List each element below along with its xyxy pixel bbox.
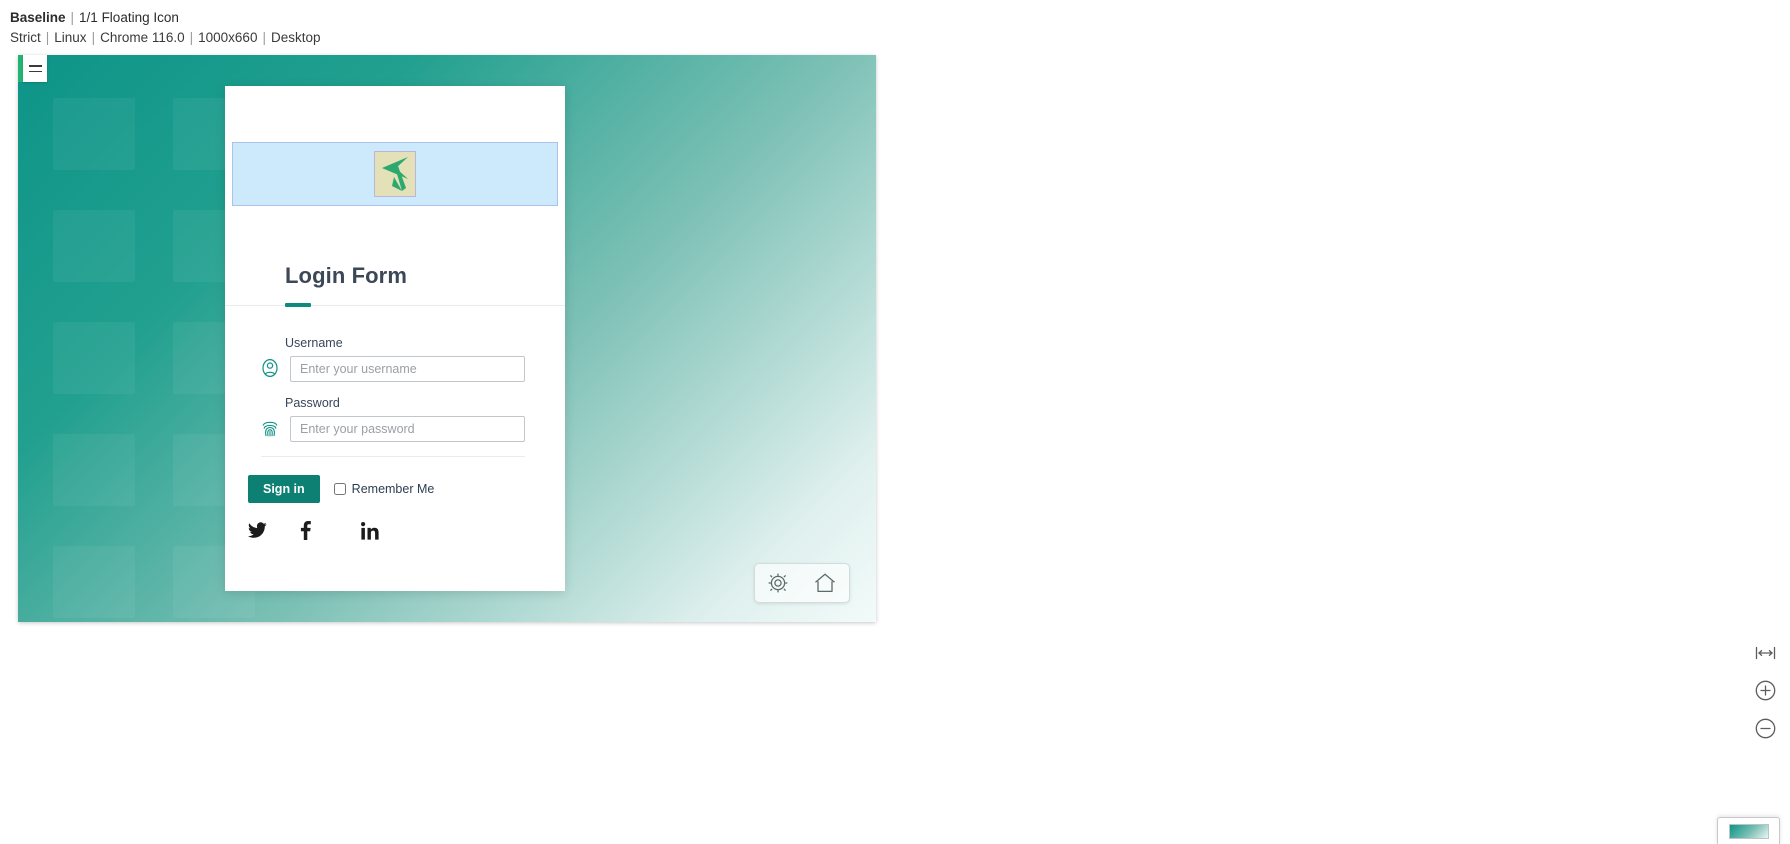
- meta-viewport: 1000x660: [198, 29, 258, 45]
- user-circle-icon: [261, 358, 279, 380]
- username-input[interactable]: [290, 356, 525, 382]
- pane-checkpoint: Checkpoint|1/1 Floating Icon Strict|Linu…: [895, 0, 1790, 844]
- social-links: [225, 503, 565, 540]
- logo-banner: [232, 142, 558, 206]
- password-label: Password: [285, 396, 340, 410]
- page-title: Login Form: [285, 263, 407, 288]
- diff-viewer: Baseline | 1/1 Floating Icon Strict | Linux |…: [0, 0, 1790, 844]
- remember-me-label: Remember Me: [351, 482, 435, 496]
- gear-icon[interactable]: [767, 572, 789, 594]
- meta-os: Linux: [54, 29, 87, 45]
- meta-browser: Chrome 116.0: [100, 29, 185, 45]
- pane-title: Baseline: [10, 10, 66, 25]
- menu-button-wrap: [18, 55, 47, 82]
- pane-baseline: Baseline | 1/1 Floating Icon Strict | Linux |…: [0, 0, 895, 844]
- separator: |: [189, 29, 194, 45]
- site-logo: [374, 151, 416, 197]
- test-name: 1/1 Floating Icon: [79, 10, 179, 25]
- floating-action-pill: [754, 563, 850, 603]
- password-input[interactable]: [290, 416, 525, 442]
- zoom-toolbar: [1753, 640, 1778, 741]
- meta-device: Desktop: [270, 29, 321, 45]
- action-row: Sign in Remember Me: [225, 457, 565, 503]
- thumbnail-preview: [1728, 823, 1769, 839]
- separator: |: [91, 29, 96, 45]
- login-form: Username Password: [225, 306, 565, 457]
- remember-me-checkbox[interactable]: Remember Me: [333, 482, 435, 496]
- fingerprint-icon: [261, 418, 279, 440]
- remember-me-input[interactable]: [333, 483, 346, 495]
- login-card: Login Form Username Enter your username …: [225, 86, 565, 591]
- facebook-icon[interactable]: [300, 521, 311, 540]
- linkedin-icon[interactable]: [361, 521, 379, 540]
- thumbnail-strip[interactable]: [1717, 817, 1780, 844]
- sign-in-button[interactable]: Sign in: [248, 475, 320, 503]
- hamburger-menu-icon[interactable]: [23, 55, 47, 82]
- meta-match-level: Strict: [10, 29, 41, 45]
- username-label: Username: [285, 336, 343, 350]
- password-row: [261, 416, 525, 442]
- pane-header-baseline: Baseline | 1/1 Floating Icon Strict | Linux |…: [10, 8, 321, 47]
- separator: |: [262, 29, 266, 45]
- zoom-out-icon[interactable]: [1753, 716, 1778, 741]
- pane-meta-line: Strict | Linux | Chrome 116.0 | 1000x660 | Deskt…: [10, 28, 321, 48]
- zoom-in-icon[interactable]: [1753, 678, 1778, 703]
- home-icon[interactable]: [813, 572, 837, 594]
- title-underline: [225, 303, 565, 307]
- pane-title-line: Baseline | 1/1 Floating Icon: [10, 8, 321, 28]
- fit-width-icon[interactable]: [1753, 640, 1778, 665]
- username-row: [261, 356, 525, 382]
- baseline-screenshot[interactable]: Login Form Username Enter your username …: [18, 55, 876, 622]
- separator: |: [45, 29, 50, 45]
- separator: |: [70, 10, 75, 25]
- twitter-icon[interactable]: [248, 522, 267, 539]
